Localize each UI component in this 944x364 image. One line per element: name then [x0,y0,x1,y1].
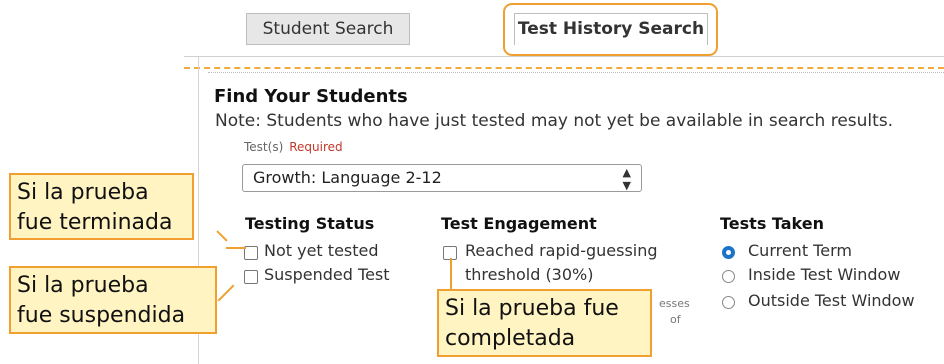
rapid-guessing-label-line2: threshold (30%) [465,265,594,284]
not-yet-tested-checkbox[interactable] [244,246,258,260]
tab-separator [184,56,944,57]
callout-terminated-line1: Si la prueba [17,180,149,205]
engagement-partial-text-2: of [670,313,681,326]
callout-suspended: Si la prueba fue suspendida [9,266,217,334]
suspended-test-checkbox[interactable] [244,270,258,284]
connector-terminated [216,230,228,242]
engagement-partial-text-1: esses [659,297,690,310]
callout-terminated: Si la prueba fue terminada [9,173,194,240]
callout-completed-line1: Si la prueba fue [445,296,619,321]
not-yet-tested-label: Not yet tested [264,241,379,260]
availability-note: Note: Students who have just tested may … [215,111,894,131]
tests-select[interactable]: Growth: Language 2-12 ▲ ▼ [242,164,642,192]
tests-taken-title: Tests Taken [720,214,825,233]
outside-test-window-radio[interactable] [722,296,735,309]
inside-test-window-radio[interactable] [722,270,735,283]
required-indicator: Required [289,140,343,154]
suspended-test-label: Suspended Test [264,265,390,284]
inside-test-window-label: Inside Test Window [748,265,901,284]
rapid-guessing-label-line1: Reached rapid-guessing [465,241,658,260]
section-dotted-line [208,72,944,73]
annotation-dashed-line [184,67,944,69]
current-term-label: Current Term [748,241,852,260]
callout-completed: Si la prueba fue completada [437,289,652,357]
connector-suspended [217,284,235,302]
tab-highlight-outline [503,3,718,56]
tests-select-value: Growth: Language 2-12 [253,168,442,187]
find-students-title: Find Your Students [214,86,408,107]
callout-completed-line2: completada [445,326,576,351]
current-term-radio[interactable] [722,246,735,259]
connector-terminated-h [226,247,246,249]
test-engagement-title: Test Engagement [441,214,597,233]
select-arrows-icon: ▲ ▼ [622,166,631,192]
callout-terminated-line2: fue terminada [17,210,173,235]
testing-status-title: Testing Status [245,214,375,233]
callout-suspended-line2: fue suspendida [17,303,186,328]
callout-suspended-line1: Si la prueba [17,273,149,298]
outside-test-window-label: Outside Test Window [748,291,915,310]
tests-field-label: Test(s) Required [244,140,343,154]
tab-student-search[interactable]: Student Search [246,13,410,45]
